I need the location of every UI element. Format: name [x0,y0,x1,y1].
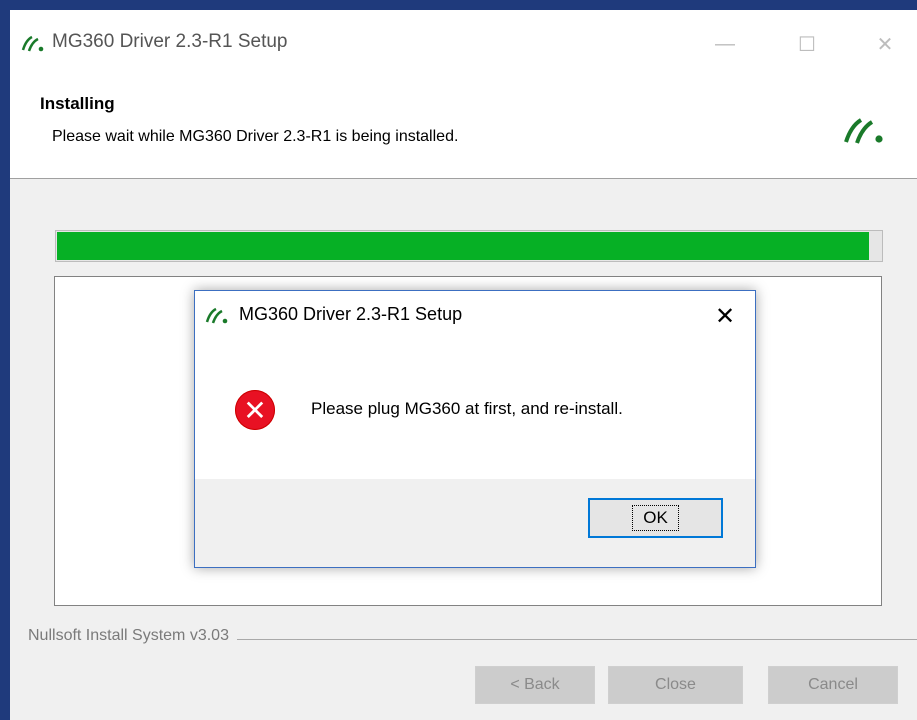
progress-fill [57,232,869,260]
brand-logo-icon [844,118,883,144]
minimize-button[interactable]: — [702,24,748,64]
back-button[interactable]: < Back [475,666,595,704]
installer-window: MG360 Driver 2.3-R1 Setup — ☐ ✕ Installi… [10,10,917,720]
install-progress-bar [55,230,883,262]
close-button[interactable]: Close [608,666,743,704]
app-logo-icon [21,35,44,52]
window-close-button[interactable]: ✕ [862,24,908,64]
window-title: MG360 Driver 2.3-R1 Setup [52,31,288,52]
page-subtitle: Please wait while MG360 Driver 2.3-R1 is… [52,128,459,145]
cancel-button[interactable]: Cancel [768,666,898,704]
ok-button[interactable]: OK [588,498,723,538]
window-left-border [0,10,10,720]
error-dialog: MG360 Driver 2.3-R1 Setup ✕ ✕ Please plu… [194,290,756,568]
dialog-message: Please plug MG360 at first, and re-insta… [311,399,623,418]
maximize-button[interactable]: ☐ [784,24,830,64]
installer-header: Installing Please wait while MG360 Drive… [10,76,917,179]
window-top-border [0,0,917,10]
dialog-app-logo-icon [205,307,228,324]
title-bar[interactable]: MG360 Driver 2.3-R1 Setup — ☐ ✕ [10,10,917,76]
page-title: Installing [40,94,115,113]
dialog-close-button[interactable]: ✕ [705,299,745,333]
ok-button-label: OK [632,505,679,531]
branding-text: Nullsoft Install System v3.03 [28,627,237,645]
error-icon: ✕ [235,390,275,430]
dialog-title: MG360 Driver 2.3-R1 Setup [239,304,463,324]
